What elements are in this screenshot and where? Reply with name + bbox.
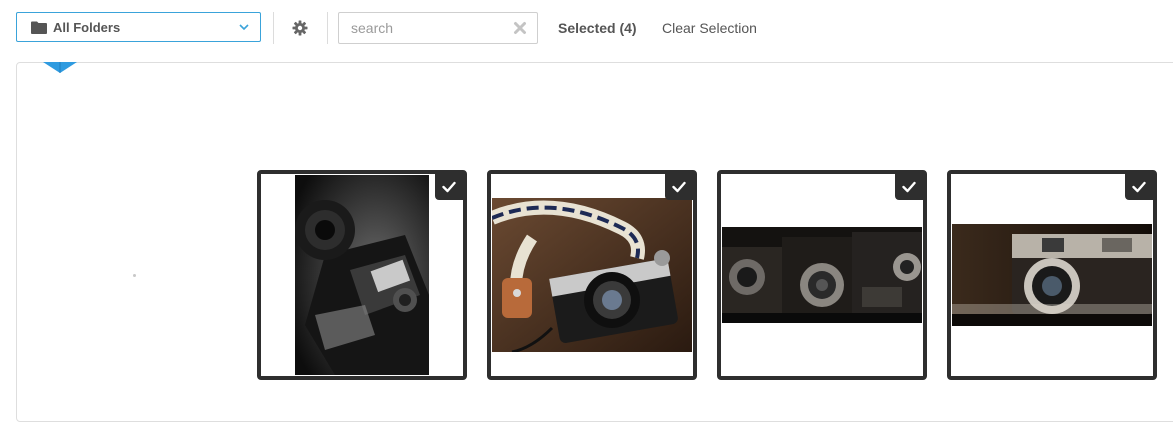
toolbar: All Folders search Selected (4) Clear Se… — [0, 0, 1173, 58]
gallery-item-1[interactable] — [257, 170, 467, 380]
search-input[interactable] — [339, 13, 509, 43]
folder-select-label: All Folders — [53, 19, 121, 35]
gallery-item-4[interactable] — [947, 170, 1157, 380]
toolbar-divider — [273, 12, 274, 44]
check-icon[interactable] — [1125, 174, 1153, 200]
camera-photo-1 — [295, 175, 429, 375]
gallery-item-2[interactable] — [487, 170, 697, 380]
check-icon[interactable] — [895, 174, 923, 200]
corner-tab-icon — [43, 61, 77, 73]
camera-photo-2 — [492, 198, 692, 352]
loading-dot — [133, 274, 136, 277]
toolbar-divider — [327, 12, 328, 44]
camera-photo-4 — [952, 224, 1152, 326]
chevron-down-icon — [238, 21, 250, 33]
selected-count: Selected (4) — [558, 20, 637, 36]
clear-selection-link[interactable]: Clear Selection — [662, 20, 757, 36]
check-icon[interactable] — [435, 174, 463, 200]
settings-button[interactable] — [290, 18, 310, 38]
camera-photo-3 — [722, 227, 922, 323]
gallery-item-3[interactable] — [717, 170, 927, 380]
folder-icon — [31, 21, 47, 34]
close-icon[interactable] — [513, 21, 527, 35]
gear-icon — [292, 20, 308, 36]
check-icon[interactable] — [665, 174, 693, 200]
search-box — [338, 12, 538, 44]
folder-select[interactable]: All Folders — [16, 12, 261, 42]
